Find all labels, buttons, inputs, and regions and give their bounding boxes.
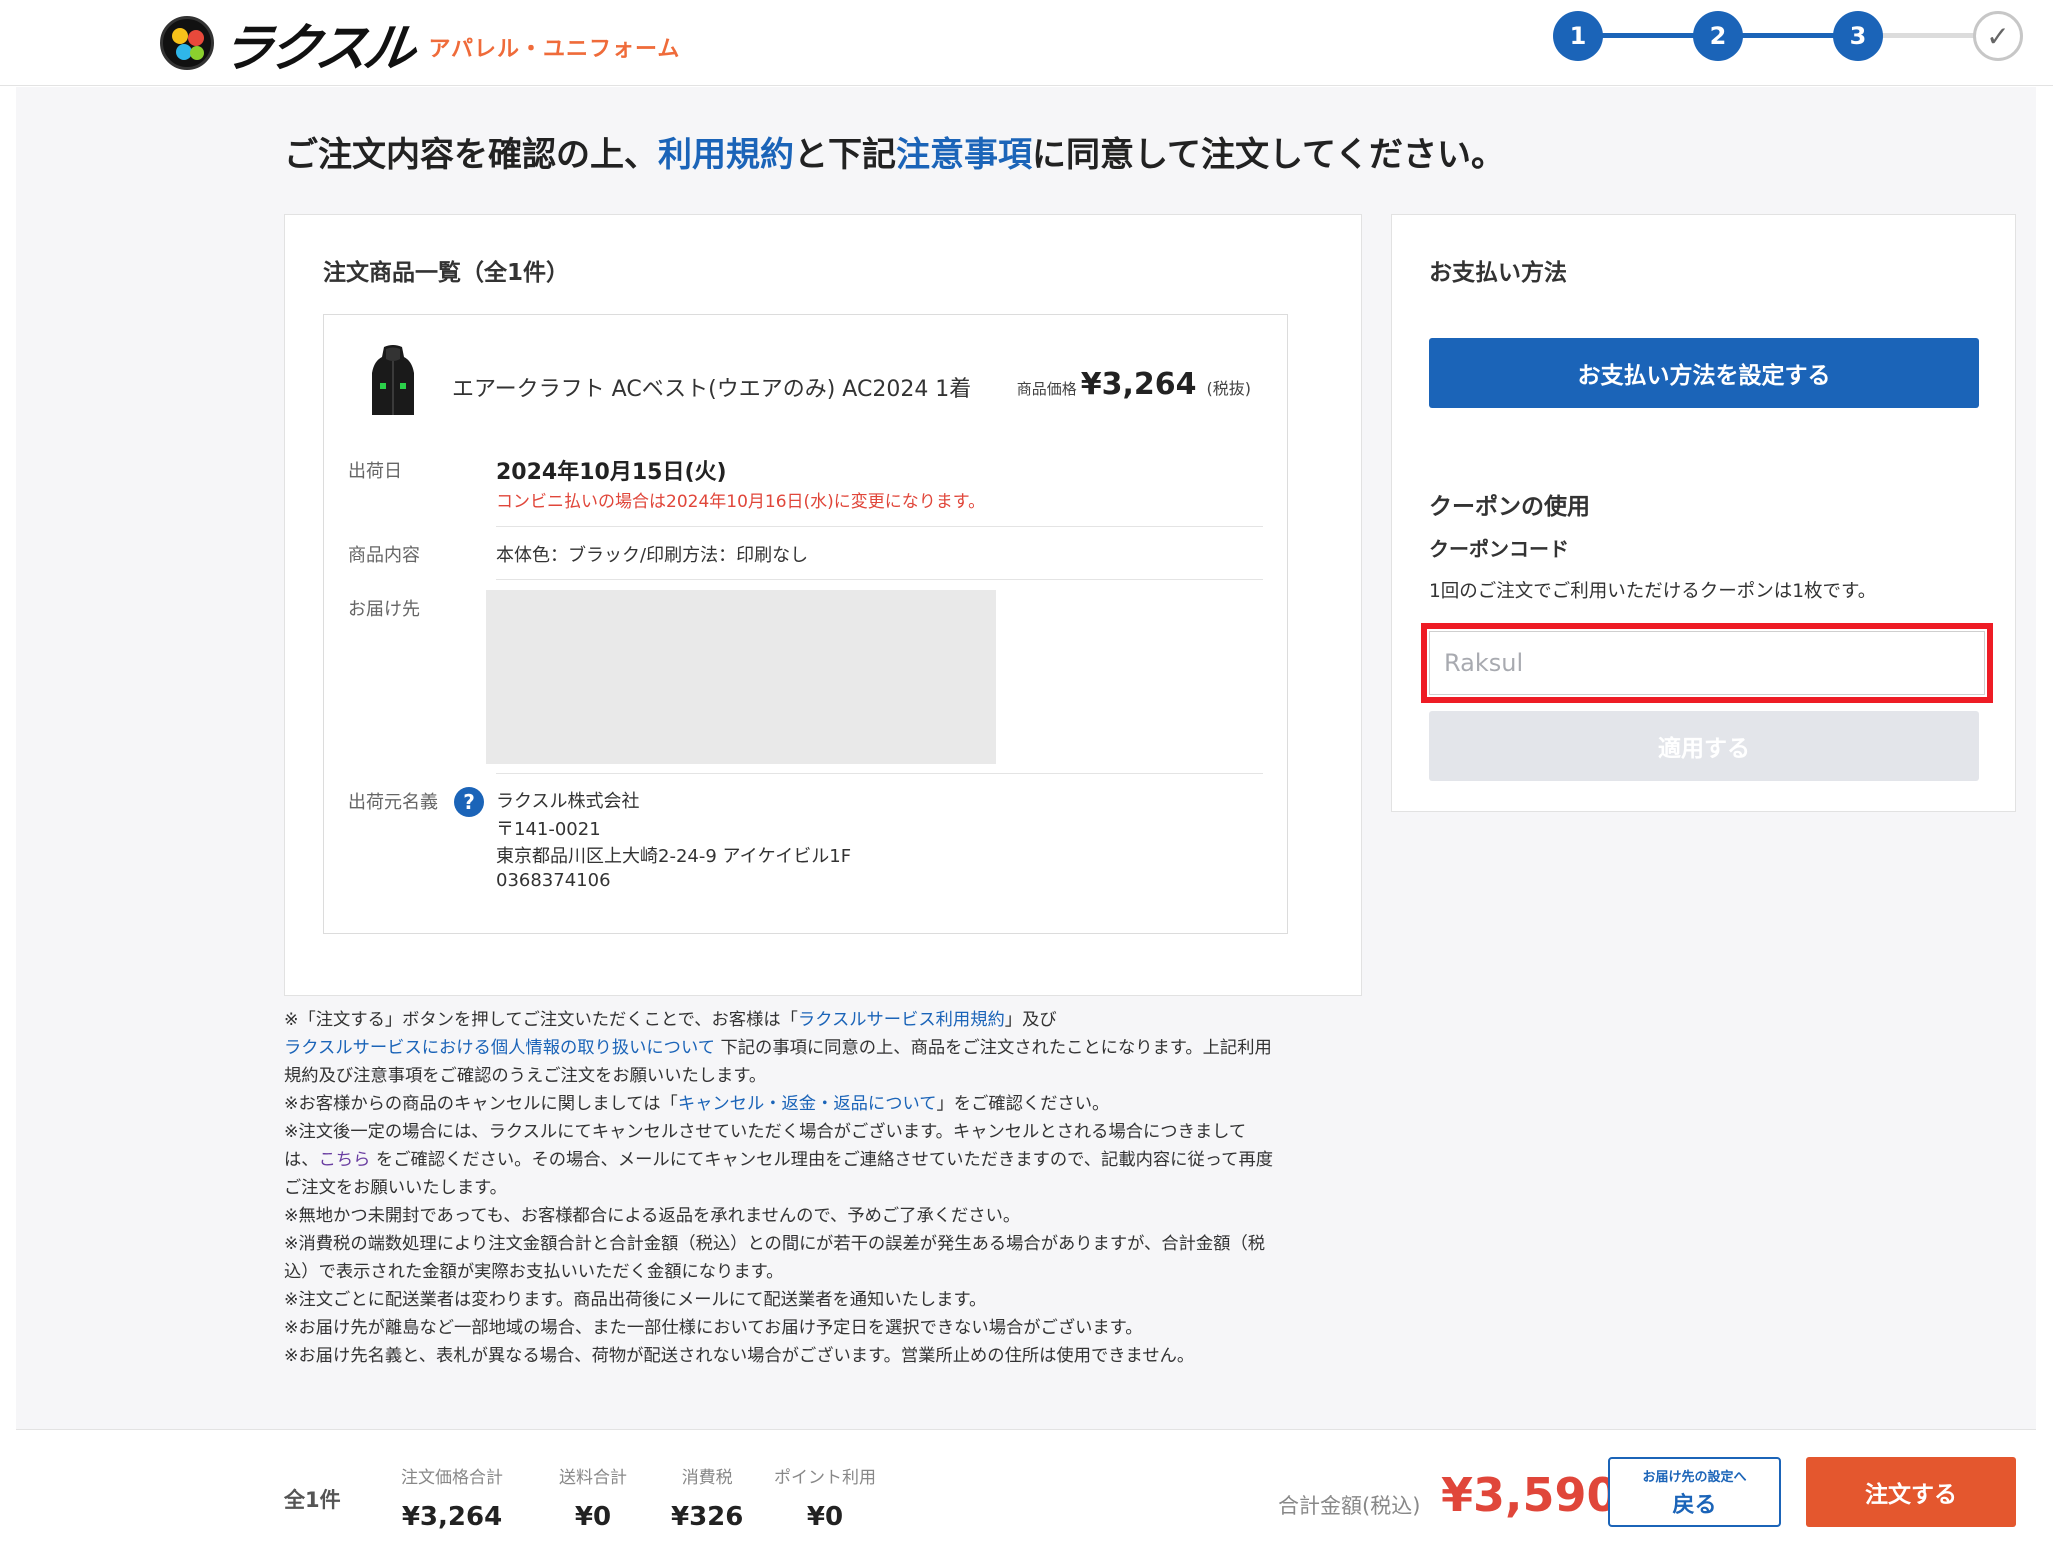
coupon-code-label: クーポンコード — [1429, 537, 1569, 561]
raksul-logo[interactable]: ラクスル アパレル・ユニフォーム — [160, 10, 681, 79]
content-value: 本体色：ブラック/印刷方法：印刷なし — [496, 545, 809, 566]
payment-heading: お支払い方法 — [1429, 260, 1567, 286]
destination-label: お届け先 — [348, 599, 420, 620]
logo-text: ラクスル — [217, 18, 416, 79]
product-price: 商品価格 ¥3,264 (税抜) — [1016, 367, 1251, 402]
apply-coupon-button[interactable]: 適用する — [1429, 711, 1979, 781]
content-label: 商品内容 — [348, 545, 420, 566]
set-payment-method-button[interactable]: お支払い方法を設定する — [1429, 338, 1979, 408]
step-3: 3 — [1833, 11, 1883, 61]
cancel-refund-link[interactable]: キャンセル・返金・返品について — [678, 1094, 937, 1114]
notices-link[interactable]: 注意事項 — [896, 135, 1032, 175]
coupon-input-highlight — [1421, 623, 1993, 703]
product-name: エアークラフト ACベスト(ウエアのみ) AC2024 1着 — [452, 377, 972, 402]
product-item: エアークラフト ACベスト(ウエアのみ) AC2024 1着 商品価格 ¥3,2… — [323, 314, 1288, 934]
help-icon[interactable]: ? — [454, 787, 484, 817]
item-count: 全1件 — [284, 1488, 341, 1512]
privacy-policy-link[interactable]: ラクスルサービスにおける個人情報の取り扱いについて — [284, 1038, 715, 1058]
ship-date-note: コンビニ払いの場合は2024年10月16日(水)に変更になります。 — [496, 492, 986, 512]
coupon-note: 1回のご注文でご利用いただけるクーポンは1枚です。 — [1429, 581, 1877, 602]
coupon-heading: クーポンの使用 — [1429, 494, 1590, 520]
destination-address-redacted — [486, 590, 996, 764]
order-notes: ※「注文する」ボタンを押してご注文いただくことで、お客様は「ラクスルサービス利用… — [284, 1010, 1274, 1366]
points-used: ポイント利用 ¥0 — [774, 1468, 876, 1532]
product-thumbnail-icon — [372, 345, 414, 415]
terms-link[interactable]: 利用規約 — [658, 135, 794, 175]
logo-subtitle: アパレル・ユニフォーム — [428, 37, 681, 62]
ship-date-label: 出荷日 — [348, 461, 402, 482]
consumption-tax: 消費税 ¥326 — [671, 1468, 744, 1532]
total-label: 合計金額(税込) — [1278, 1494, 1421, 1518]
ship-date-value: 2024年10月15日(火) — [496, 460, 727, 485]
payment-card: お支払い方法 お支払い方法を設定する クーポンの使用 クーポンコード 1回のご注… — [1391, 214, 2016, 812]
main-content: ご注文内容を確認の上、利用規約と下記注意事項に同意して注文してください。 注文商… — [16, 87, 2036, 1429]
progress-steps: 1 2 3 ✓ — [1553, 8, 2023, 62]
sender-postal: 〒141-0021 — [496, 819, 601, 840]
page-title: ご注文内容を確認の上、利用規約と下記注意事項に同意して注文してください。 — [284, 135, 1505, 175]
step-connector — [1878, 33, 1988, 38]
sender-address: 東京都品川区上大崎2-24-9 アイケイビル1F — [496, 846, 852, 867]
divider — [496, 579, 1263, 580]
logo-mark-icon — [160, 16, 214, 70]
sender-label: 出荷元名義 — [348, 792, 438, 813]
step-connector — [1738, 33, 1848, 38]
sender-phone: 0368374106 — [496, 870, 611, 891]
back-to-delivery-button[interactable]: お届け先の設定へ 戻る — [1608, 1457, 1781, 1527]
place-order-button[interactable]: 注文する — [1806, 1457, 2016, 1527]
order-items-card: 注文商品一覧（全1件） エアークラフト ACベスト(ウエアのみ) AC2024 … — [284, 214, 1362, 996]
here-link[interactable]: こちら — [319, 1150, 371, 1170]
header: ラクスル アパレル・ユニフォーム 1 2 3 ✓ — [0, 0, 2053, 86]
order-items-heading: 注文商品一覧（全1件） — [323, 260, 570, 286]
step-2: 2 — [1693, 11, 1743, 61]
order-summary-bar: 全1件 注文価格合計 ¥3,264 送料合計 ¥0 消費税 ¥326 ポイント利… — [16, 1429, 2036, 1558]
total-amount: ¥3,590 — [1441, 1468, 1619, 1522]
step-1: 1 — [1553, 11, 1603, 61]
sender-company: ラクスル株式会社 — [496, 791, 640, 812]
shipping-total: 送料合計 ¥0 — [559, 1468, 627, 1532]
subtotal: 注文価格合計 ¥3,264 — [401, 1468, 503, 1532]
service-terms-link[interactable]: ラクスルサービス利用規約 — [798, 1010, 1005, 1030]
divider — [496, 526, 1263, 527]
step-connector — [1598, 33, 1708, 38]
step-complete-check-icon: ✓ — [1973, 11, 2023, 61]
divider — [496, 773, 1263, 774]
